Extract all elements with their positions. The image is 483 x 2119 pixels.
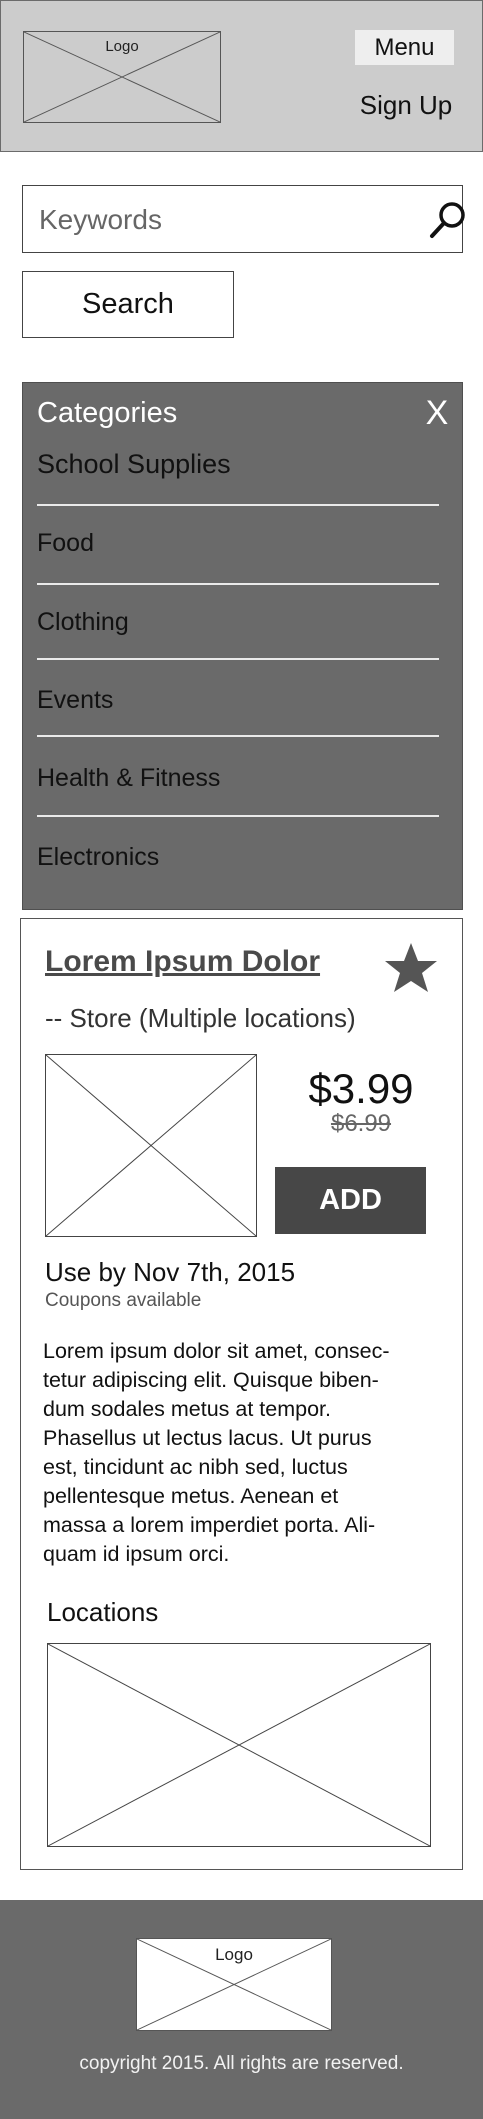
footer: Logo copyright 2015. All rights are rese…: [0, 1900, 483, 2119]
map-placeholder: [48, 1644, 430, 1846]
star-icon[interactable]: [383, 941, 439, 995]
locations-label: Locations: [47, 1597, 159, 1627]
coupon-title[interactable]: Lorem Ipsum Dolor: [45, 945, 320, 979]
category-item-events[interactable]: Events: [37, 671, 439, 729]
divider: [37, 583, 439, 585]
coupon-description: Lorem ipsum dolor sit amet, consec- tetu…: [43, 1339, 390, 1566]
close-categories-button[interactable]: X: [421, 393, 453, 433]
category-item-clothing[interactable]: Clothing: [37, 593, 439, 651]
search-icon[interactable]: [428, 200, 468, 240]
search-field[interactable]: [22, 185, 465, 253]
coupons-available-note: Coupons available: [45, 1290, 202, 1311]
store-line: -- Store (Multiple locations): [45, 1003, 356, 1033]
category-item-food[interactable]: Food: [37, 514, 439, 572]
image-placeholder: [46, 1055, 256, 1236]
footer-logo[interactable]: Logo: [136, 1938, 332, 2031]
menu-button[interactable]: Menu: [355, 30, 454, 65]
price: $3.99: [308, 1065, 414, 1112]
divider: [37, 735, 439, 737]
search-button[interactable]: Search: [22, 271, 234, 338]
category-item-school-supplies[interactable]: School Supplies: [37, 435, 439, 493]
original-price: $6.99: [330, 1110, 392, 1137]
category-item-health-fitness[interactable]: Health & Fitness: [37, 749, 439, 807]
logo-label: Logo: [105, 38, 139, 55]
categories-panel: Categories X School Supplies Food Clothi…: [22, 382, 463, 910]
divider: [37, 658, 439, 660]
search-input[interactable]: [37, 196, 401, 244]
header-logo[interactable]: Logo: [23, 31, 221, 123]
categories-title: Categories: [37, 397, 178, 429]
product-image: [45, 1054, 257, 1237]
copyright-text: copyright 2015. All rights are reserved.: [79, 2053, 404, 2074]
locations-map[interactable]: [47, 1643, 431, 1847]
divider: [37, 815, 439, 817]
add-button[interactable]: ADD: [275, 1167, 426, 1234]
logo-label: Logo: [215, 1945, 253, 1964]
sign-up-link[interactable]: Sign Up: [341, 87, 471, 123]
divider: [37, 504, 439, 506]
coupon-card: Lorem Ipsum Dolor -- Store (Multiple loc…: [20, 918, 463, 1870]
use-by-date: Use by Nov 7th, 2015: [45, 1257, 296, 1287]
category-item-electronics[interactable]: Electronics: [37, 828, 439, 886]
header: Logo Menu Sign Up: [0, 0, 483, 152]
